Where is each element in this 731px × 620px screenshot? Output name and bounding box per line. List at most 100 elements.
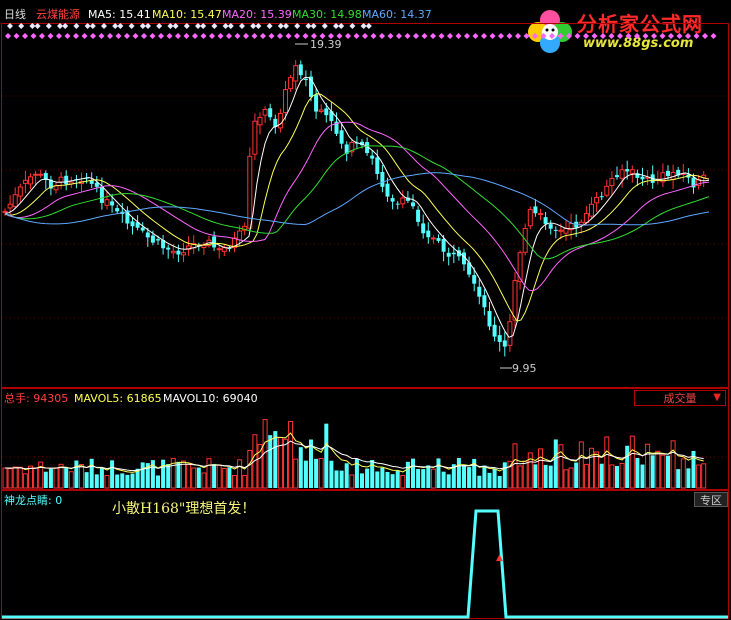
volume-bar — [446, 474, 451, 488]
candle-body — [104, 199, 110, 206]
volume-bar — [517, 465, 523, 489]
candle-body — [497, 335, 502, 342]
volume-bar — [360, 473, 364, 488]
volume-bar — [430, 468, 436, 489]
volume-bar — [568, 467, 574, 489]
zone-button[interactable]: 专区 — [694, 492, 728, 507]
stock-chart-window: 日线 云煤能源 MA5: 15.41 MA10: 15.47 MA20: 15.… — [0, 0, 731, 620]
candle-body — [416, 209, 421, 222]
candle-body — [666, 170, 670, 177]
volume-bar — [74, 460, 79, 488]
candle-body — [375, 157, 380, 174]
signal-diamond — [481, 33, 487, 39]
volume-bar — [84, 472, 89, 488]
volume-bar — [507, 460, 513, 489]
signal-diamond — [345, 33, 351, 39]
indicator-select[interactable]: 成交量 ▼ — [634, 390, 726, 406]
volume-bar — [166, 464, 171, 488]
signal-diamond — [710, 33, 717, 39]
signal-diamond — [430, 33, 436, 39]
volume-bar — [390, 474, 395, 488]
signal-diamond — [277, 33, 283, 39]
candle-body — [293, 65, 299, 82]
signal-diamond — [472, 33, 479, 39]
signal-diamond — [591, 33, 598, 39]
volume-bar — [563, 469, 569, 489]
volume-bar — [492, 469, 497, 488]
volume-bar — [635, 457, 640, 488]
signal-diamond — [438, 33, 445, 39]
indicator-pane-frame — [1, 490, 729, 619]
volume-bar — [247, 449, 253, 489]
volume-bar — [156, 475, 160, 488]
candle-body — [99, 186, 104, 203]
candle-body — [446, 252, 451, 257]
candle-body — [390, 198, 395, 202]
candle-body — [421, 223, 426, 234]
candle-body — [339, 130, 344, 144]
signal-diamond — [574, 33, 581, 39]
volume-bar — [553, 439, 558, 488]
volume-bar — [456, 458, 461, 488]
signal-diamond — [549, 33, 555, 39]
signal-diamond — [515, 33, 521, 39]
signal-diamond — [413, 33, 419, 39]
volume-bar — [477, 475, 482, 488]
volume-bar — [670, 440, 676, 489]
volume-bar — [125, 474, 130, 488]
candle-body — [170, 250, 176, 254]
volume-bar — [696, 464, 702, 489]
signal-diamond — [455, 33, 462, 39]
volume-bar — [28, 465, 33, 489]
volume-bar — [344, 463, 349, 488]
signal-diamond — [260, 33, 266, 39]
signal-diamond — [183, 33, 190, 39]
signal-diamond — [132, 33, 139, 39]
candle-body — [563, 228, 569, 234]
price-chart[interactable]: ▲ — [0, 0, 731, 620]
signal-diamond — [251, 33, 258, 39]
signal-diamond — [98, 33, 105, 39]
volume-bar — [482, 465, 487, 488]
volume-bar — [400, 474, 406, 489]
volume-bar — [522, 460, 528, 489]
candle-body — [538, 213, 543, 216]
signal-diamond — [30, 33, 37, 39]
candle-body — [110, 201, 115, 206]
candle-body — [22, 179, 28, 184]
signal-diamond — [651, 33, 657, 39]
candle-body — [150, 235, 155, 243]
signal-diamond — [64, 33, 71, 39]
candle-body — [288, 77, 294, 90]
volume-total: 总手: 94305 — [4, 392, 69, 405]
signal-diamond — [634, 33, 640, 39]
volume-bar — [303, 460, 308, 488]
candle-body — [604, 185, 610, 196]
volume-bar — [339, 470, 344, 488]
candle-body — [216, 248, 222, 251]
candle-body — [395, 203, 400, 205]
volume-bar — [574, 462, 579, 488]
volume-bar — [64, 468, 69, 488]
signal-diamond — [175, 33, 181, 39]
signal-diamond — [158, 33, 164, 39]
price-pane-frame — [1, 23, 729, 388]
candle-body — [303, 78, 308, 80]
volume-bar — [660, 454, 666, 489]
volume-bar — [487, 472, 492, 488]
volume-bar — [609, 464, 615, 489]
volume-bar — [334, 470, 339, 488]
ma60-line — [4, 172, 710, 226]
volume-bar — [349, 474, 355, 489]
dropdown-arrow-icon: ▼ — [713, 392, 721, 403]
volume-bar — [298, 447, 303, 488]
candle-body — [140, 227, 145, 231]
volume-bar — [615, 465, 619, 488]
volume-bar — [375, 471, 380, 488]
candle-body — [115, 208, 120, 212]
signal-diamond — [124, 33, 130, 39]
candle-body — [609, 177, 615, 187]
volume-bar — [216, 464, 222, 489]
candle-body — [7, 203, 13, 209]
volume-bar — [12, 466, 18, 489]
